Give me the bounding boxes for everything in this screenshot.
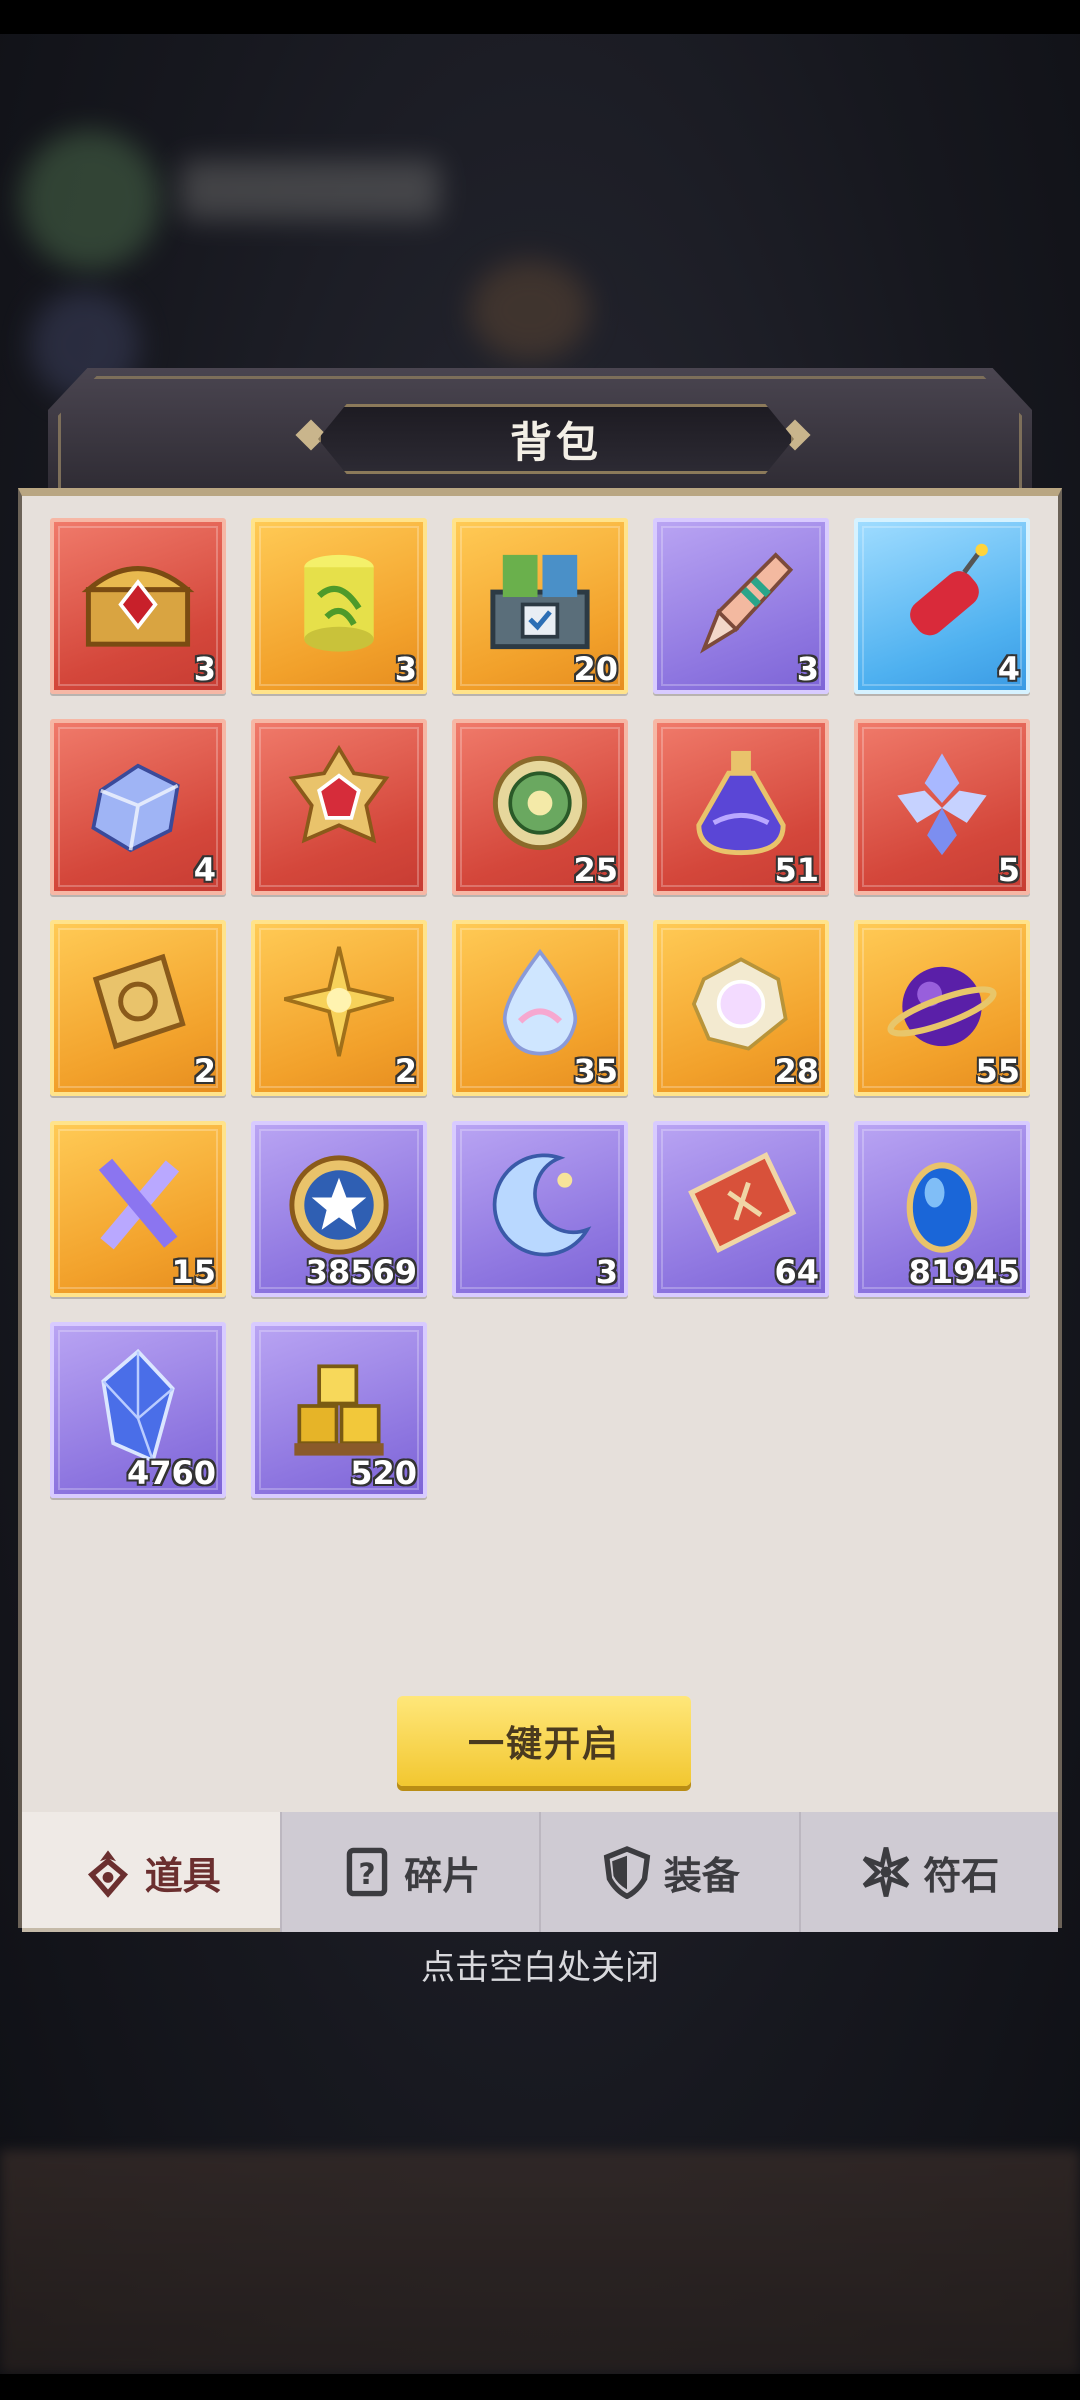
item-quantity: 5	[997, 851, 1020, 889]
tab-equipment[interactable]: 装备	[541, 1812, 801, 1932]
crossed-crystals-icon	[98, 1158, 180, 1250]
item-quantity: 3	[595, 1253, 618, 1291]
tab-fragments-label: 碎片	[404, 1853, 481, 1898]
shield-icon	[603, 1846, 650, 1899]
cosmic-orb-icon	[887, 966, 997, 1047]
tab-items-label: 道具	[144, 1853, 221, 1898]
tab-runestones[interactable]: 符石	[801, 1812, 1059, 1932]
bag-icon	[87, 1850, 128, 1898]
crystal-cube-icon	[91, 763, 180, 853]
item-slot[interactable]: 25	[452, 719, 628, 895]
bg-icon-blur-2	[470, 260, 590, 360]
item-slot[interactable]: 15	[50, 1121, 226, 1297]
item-slot[interactable]: 55	[854, 920, 1030, 1096]
crystal-cluster-icon	[897, 753, 987, 856]
blue-gem-icon	[906, 1162, 978, 1253]
status-bar	[0, 0, 1080, 34]
item-slot[interactable]: 3	[251, 518, 427, 694]
item-quantity: 4	[193, 851, 216, 889]
tab-fragments[interactable]: ? 碎片	[282, 1812, 541, 1932]
bg-text-blur	[180, 160, 440, 220]
item-slot[interactable]: 3	[452, 1121, 628, 1297]
item-quantity: 2	[193, 1052, 216, 1090]
close-hint: 点击空白处关闭	[421, 1948, 659, 1988]
item-quantity: 28	[774, 1052, 819, 1090]
panel-body: 3 3 20 3 4 4 25 51 5 2 2 35 28 55 15 38569 3 64 81945 4760 5…	[18, 488, 1062, 1932]
inventory-panel: 背包 3 3 20 3 4 4 25 51 5 2 2 35 28 55 15 38569 3 64 81945 47…	[18, 368, 1062, 1932]
treasure-chest-icon	[81, 566, 195, 647]
item-quantity: 3	[796, 650, 819, 688]
item-grid: 3 3 20 3 4 4 25 51 5 2 2 35 28 55 15 38569 3 64 81945 4760 5…	[50, 518, 1030, 1498]
item-slot[interactable]: 51	[653, 719, 829, 895]
card-chest-icon	[490, 554, 590, 650]
item-slot[interactable]: 35	[452, 920, 628, 1096]
item-quantity: 25	[573, 851, 618, 889]
svg-text:?: ?	[359, 1857, 376, 1892]
title-plate: 背包	[318, 404, 794, 474]
question-card-icon: ?	[346, 1847, 388, 1897]
firecracker-icon	[910, 543, 988, 636]
potion-flask-icon	[696, 750, 786, 856]
open-all-button[interactable]: 一键开启	[397, 1696, 691, 1786]
bg-avatar-blur	[20, 130, 160, 270]
bg-bottom-bar-blur	[0, 2150, 1080, 2374]
item-quantity: 51	[774, 851, 819, 889]
item-slot[interactable]: 64	[653, 1121, 829, 1297]
item-slot[interactable]: 4	[854, 518, 1030, 694]
item-quantity: 38569	[305, 1253, 417, 1291]
item-slot[interactable]: 28	[653, 920, 829, 1096]
item-quantity: 4760	[126, 1454, 216, 1492]
spark-icon	[862, 1847, 910, 1897]
pearl-flower-icon	[691, 957, 788, 1051]
gold-star-emblem-icon	[283, 946, 395, 1057]
item-slot[interactable]: 2	[251, 920, 427, 1096]
nav-bar	[0, 2374, 1080, 2400]
item-quantity: 35	[573, 1052, 618, 1090]
crescent-moon-icon	[492, 1153, 592, 1257]
gold-book-icon	[92, 953, 186, 1050]
inventory-tabs: 道具 ? 碎片 装备 符石	[22, 1812, 1058, 1932]
rainbow-drop-icon	[502, 948, 578, 1056]
tab-items[interactable]: 道具	[22, 1812, 282, 1932]
gold-ingots-icon	[294, 1364, 384, 1456]
green-medallion-icon	[492, 755, 588, 851]
gold-emblem-icon	[288, 744, 390, 844]
star-coin-icon	[289, 1155, 389, 1255]
item-quantity: 55	[975, 1052, 1020, 1090]
panel-title: 背包	[509, 417, 602, 467]
item-slot[interactable]: 38569	[251, 1121, 427, 1297]
item-slot[interactable]: 3	[653, 518, 829, 694]
tab-equipment-label: 装备	[663, 1853, 740, 1898]
item-slot[interactable]: 2	[50, 920, 226, 1096]
scroll-drum-icon	[304, 554, 374, 652]
item-slot[interactable]: 4760	[50, 1322, 226, 1498]
item-slot[interactable]: 520	[251, 1322, 427, 1498]
item-slot[interactable]: 5	[854, 719, 1030, 895]
firework-rocket-icon	[699, 552, 794, 654]
item-slot[interactable]: 3	[50, 518, 226, 694]
item-quantity: 3	[394, 650, 417, 688]
tab-runestones-label: 符石	[923, 1853, 1000, 1898]
ticket-icon	[688, 1152, 797, 1253]
item-quantity: 20	[573, 650, 618, 688]
item-quantity: 2	[394, 1052, 417, 1090]
item-quantity: 3	[193, 650, 216, 688]
item-slot[interactable]	[251, 719, 427, 895]
item-slot[interactable]: 4	[50, 719, 226, 895]
item-quantity: 64	[774, 1253, 819, 1291]
item-slot[interactable]: 81945	[854, 1121, 1030, 1297]
item-quantity: 15	[171, 1253, 216, 1291]
diamond-crystal-icon	[101, 1348, 175, 1464]
item-quantity: 520	[350, 1454, 417, 1492]
item-slot[interactable]: 20	[452, 518, 628, 694]
item-quantity: 81945	[908, 1253, 1020, 1291]
item-quantity: 4	[997, 650, 1020, 688]
